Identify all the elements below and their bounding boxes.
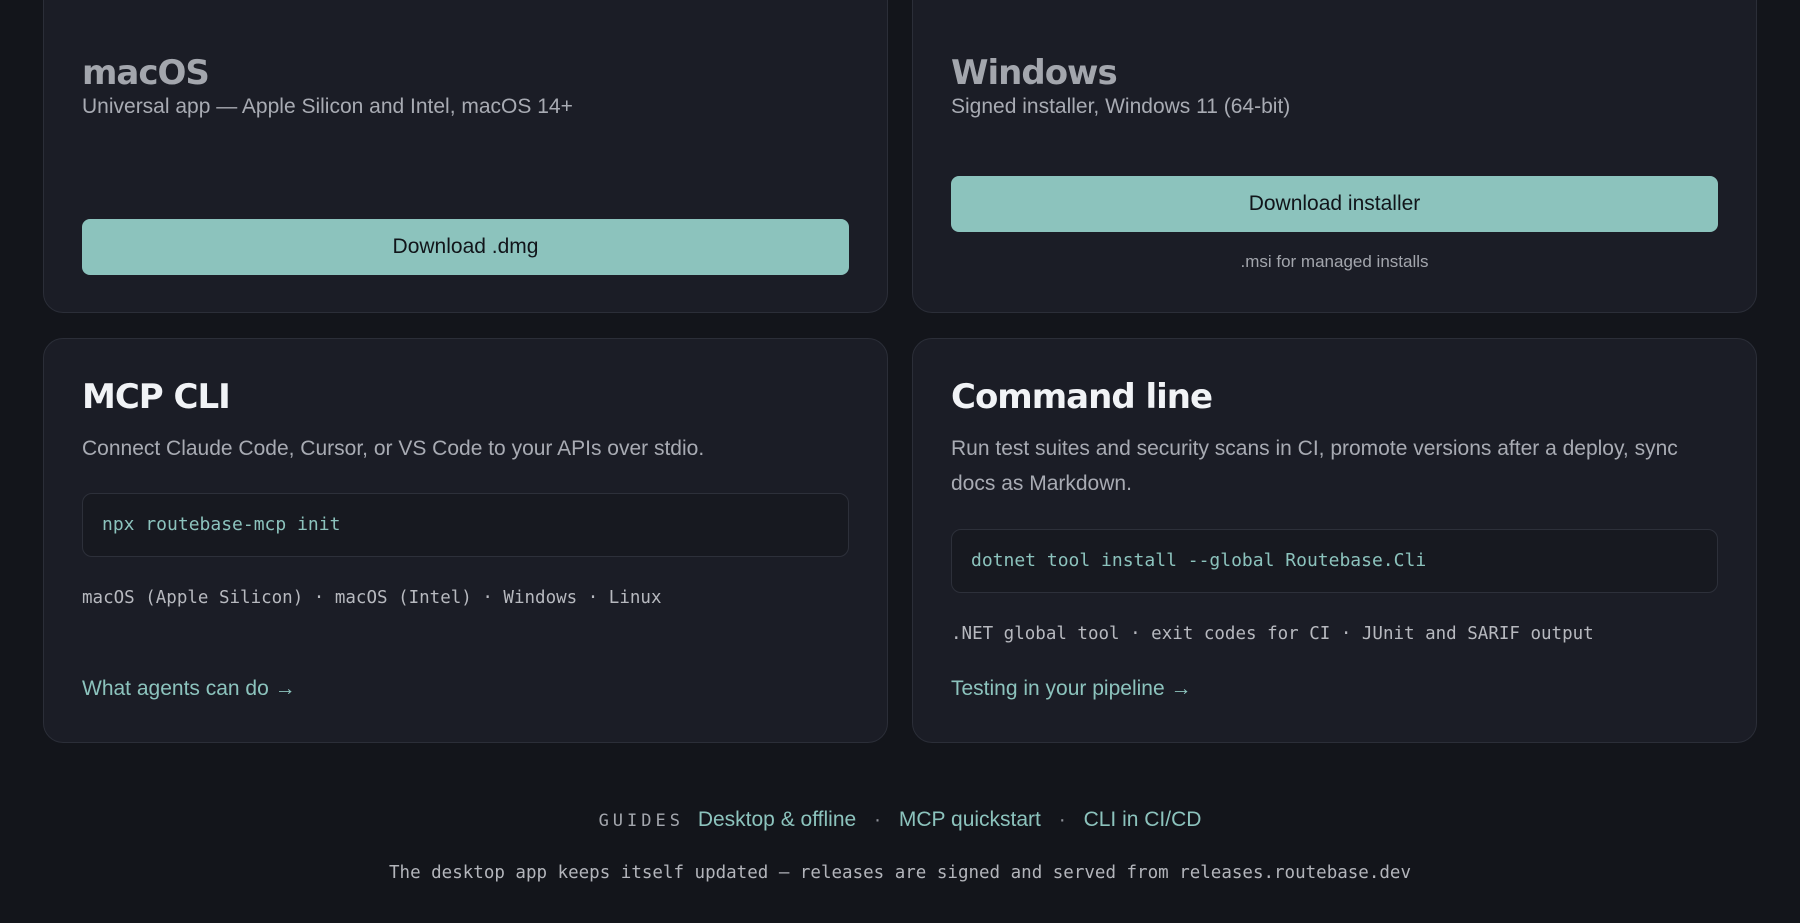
guide-separator: ·: [1058, 808, 1066, 831]
windows-card: Windows Signed installer, Windows 11 (64…: [912, 0, 1757, 313]
guide-link-desktop-offline[interactable]: Desktop & offline: [698, 808, 856, 831]
guide-link-cli-cicd[interactable]: CLI in CI/CD: [1084, 808, 1202, 831]
cli-features-meta: .NET global tool · exit codes for CI · J…: [951, 624, 1594, 644]
download-installer-button[interactable]: Download installer: [951, 176, 1718, 232]
command-line-title: Command line: [951, 377, 1213, 417]
command-line-description: Run test suites and security scans in CI…: [951, 437, 1678, 495]
macos-title: macOS: [82, 53, 210, 93]
mcp-cli-title: MCP CLI: [82, 377, 231, 417]
msi-note: .msi for managed installs: [1240, 252, 1429, 271]
mcp-command-box[interactable]: npx routebase-mcp init: [82, 493, 849, 557]
guides-label: GUIDES: [598, 811, 684, 831]
mcp-platforms-meta: macOS (Apple Silicon) · macOS (Intel) · …: [82, 588, 662, 608]
guide-link-mcp-quickstart[interactable]: MCP quickstart: [899, 808, 1041, 831]
what-agents-can-do-link[interactable]: What agents can do →: [82, 675, 296, 703]
guides-row: GUIDES Desktop & offline · MCP quickstar…: [0, 805, 1800, 836]
footer-note: The desktop app keeps itself updated — r…: [389, 863, 1411, 883]
testing-in-pipeline-link[interactable]: Testing in your pipeline →: [951, 675, 1191, 703]
command-line-card: Command line Run test suites and securit…: [912, 338, 1757, 743]
windows-title: Windows: [951, 53, 1118, 93]
macos-description: Universal app — Apple Silicon and Intel,…: [82, 95, 573, 118]
mcp-cli-card: MCP CLI Connect Claude Code, Cursor, or …: [43, 338, 888, 743]
macos-card: macOS Universal app — Apple Silicon and …: [43, 0, 888, 313]
cli-command-box[interactable]: dotnet tool install --global Routebase.C…: [951, 529, 1718, 593]
download-dmg-button[interactable]: Download .dmg: [82, 219, 849, 275]
guide-separator: ·: [874, 808, 882, 831]
mcp-cli-description: Connect Claude Code, Cursor, or VS Code …: [82, 437, 705, 460]
windows-description: Signed installer, Windows 11 (64-bit): [951, 95, 1291, 118]
